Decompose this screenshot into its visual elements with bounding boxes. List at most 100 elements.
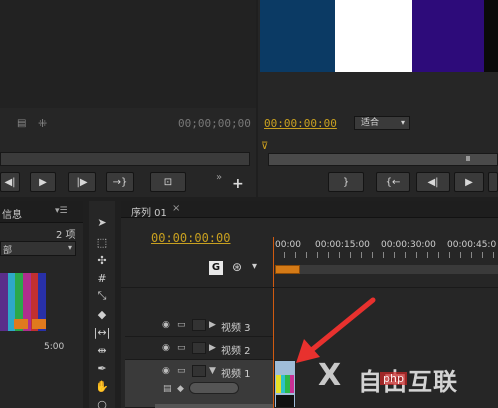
sync-lock-icon[interactable] xyxy=(192,319,206,331)
color-bar-white xyxy=(335,0,412,72)
track-select-tool-icon[interactable]: ⬚ xyxy=(92,233,112,251)
track-area-top xyxy=(121,287,498,288)
source-export-frame-button[interactable]: ⊡ xyxy=(150,172,186,192)
expand-track-icon[interactable]: ▶ xyxy=(209,320,221,330)
watermark-sub: php xyxy=(380,372,407,385)
source-scrubber[interactable] xyxy=(0,152,250,166)
keyframe-nav[interactable] xyxy=(189,382,239,394)
source-add-icon[interactable]: + xyxy=(232,176,244,192)
ruler-label: 00:00:15:00 xyxy=(315,240,370,250)
source-monitor-display xyxy=(0,0,256,108)
add-marker-icon[interactable]: ▾ xyxy=(252,261,257,272)
work-area-bar[interactable] xyxy=(275,265,300,274)
tools-panel: ➤ ⬚ ✣ # ⤡ ◆ |↔| ⇹ ✒ ✋ ○ xyxy=(89,201,115,408)
work-area-range xyxy=(300,265,498,274)
ruler-label: 00:00:45:0 xyxy=(447,240,497,250)
color-bar-blue xyxy=(260,0,335,72)
clip-audio-icon xyxy=(14,319,28,329)
selection-tool-icon[interactable]: ➤ xyxy=(92,213,112,231)
program-step-forward-button[interactable] xyxy=(488,172,498,192)
program-playhead-icon[interactable]: ⊽ xyxy=(261,141,268,152)
program-video-frame xyxy=(260,0,498,72)
hand-tool-icon[interactable]: ✋ xyxy=(92,377,112,395)
source-marker-icon[interactable]: ⁜ xyxy=(38,117,47,130)
program-scrubber-marker xyxy=(466,156,470,161)
expand-track-icon[interactable]: ▶ xyxy=(209,343,221,353)
clip-thumbnail-bars xyxy=(276,375,294,393)
program-go-to-in-button[interactable]: {← xyxy=(376,172,410,192)
program-timecode[interactable]: 00:00:00:00 xyxy=(264,117,337,130)
track-video-1[interactable]: ◉ ▭ ▼ 视频 1 ▤ ◆ xyxy=(125,360,273,408)
set-marker-icon[interactable]: ⊛ xyxy=(232,260,242,274)
thumb-bar xyxy=(0,273,8,331)
program-fit-value: 适合 xyxy=(361,118,380,128)
source-play-button[interactable]: ▶ xyxy=(30,172,56,192)
clip-duration: 5:00 xyxy=(44,342,65,352)
arrow-head xyxy=(296,339,320,363)
display-style-icon[interactable]: ▤ xyxy=(163,384,172,394)
rolling-edit-tool-icon[interactable]: # xyxy=(92,269,112,287)
program-mark-out-button[interactable]: } xyxy=(328,172,364,192)
program-monitor: 00:00:00:00 适合 ▾ ⊽ } {← ◀| ▶ xyxy=(258,0,498,197)
bin-dropdown[interactable]: 部 ▾ xyxy=(0,241,76,256)
source-settings-icon[interactable]: ▤ xyxy=(17,118,26,129)
tab-info[interactable]: 信息 xyxy=(2,206,22,221)
source-more-icon[interactable]: » xyxy=(216,172,222,183)
source-step-forward-button[interactable]: |▶ xyxy=(68,172,96,192)
sequence-timecode[interactable]: 00:00:00:00 xyxy=(151,231,230,245)
program-scrubber[interactable] xyxy=(268,153,498,166)
slide-tool-icon[interactable]: ⇹ xyxy=(92,341,112,359)
bin-dropdown-label: 部 xyxy=(3,246,13,256)
track-name: 视频 3 xyxy=(221,323,251,334)
track-scrollbar[interactable] xyxy=(155,404,273,408)
sync-lock-icon[interactable] xyxy=(192,342,206,354)
rate-stretch-tool-icon[interactable]: ⤡ xyxy=(92,287,112,305)
source-shuttle-button[interactable]: →} xyxy=(106,172,134,192)
arrow-shaft xyxy=(305,297,376,356)
lock-icon[interactable]: ▭ xyxy=(177,366,189,376)
zoom-tool-icon[interactable]: ○ xyxy=(92,395,112,408)
color-bar-purple xyxy=(412,0,484,72)
eye-icon[interactable]: ◉ xyxy=(162,343,174,353)
watermark-x-icon: X xyxy=(318,358,342,393)
track-name: 视频 1 xyxy=(221,369,251,380)
program-play-button[interactable]: ▶ xyxy=(454,172,484,192)
razor-tool-icon[interactable]: ◆ xyxy=(92,305,112,323)
chevron-down-icon: ▾ xyxy=(400,118,405,127)
close-icon[interactable]: × xyxy=(172,203,180,214)
source-step-back-button[interactable]: ◀| xyxy=(0,172,20,192)
tab-sequence-01[interactable]: 序列 01 xyxy=(131,204,167,219)
collapse-track-icon[interactable]: ▼ xyxy=(209,366,221,376)
slip-tool-icon[interactable]: |↔| xyxy=(92,323,112,341)
project-panel: 信息 ▾☰ 2 项 部 ▾ 5:00 xyxy=(0,201,83,408)
keyframe-icon[interactable]: ◆ xyxy=(177,384,184,394)
track-video-2[interactable]: ◉ ▭ ▶ 视频 2 xyxy=(125,337,273,360)
ripple-edit-tool-icon[interactable]: ✣ xyxy=(92,251,112,269)
source-timecode[interactable]: 00;00;00;00 xyxy=(178,117,251,130)
eye-icon[interactable]: ◉ xyxy=(162,366,174,376)
clip-thumbnail-bottom xyxy=(276,395,294,407)
lock-icon[interactable]: ▭ xyxy=(177,343,189,353)
snap-icon[interactable]: G xyxy=(209,261,223,275)
track-name: 视频 2 xyxy=(221,346,251,357)
ruler-label: 00:00 xyxy=(275,240,301,250)
project-item-count: 2 项 xyxy=(56,230,76,241)
sync-lock-icon[interactable] xyxy=(192,365,206,377)
chevron-down-icon: ▾ xyxy=(67,243,72,252)
program-step-back-button[interactable]: ◀| xyxy=(416,172,450,192)
color-bar-black xyxy=(484,0,498,72)
track-video-3[interactable]: ◉ ▭ ▶ 视频 3 xyxy=(125,314,273,337)
lock-icon[interactable]: ▭ xyxy=(177,320,189,330)
eye-icon[interactable]: ◉ xyxy=(162,320,174,330)
source-monitor: ▤ ⁜ 00;00;00;00 ◀| ▶ |▶ →} ⊡ » + xyxy=(0,0,256,197)
program-fit-dropdown[interactable]: 适合 ▾ xyxy=(354,116,410,130)
watermark-text: 自由互联 xyxy=(358,368,458,396)
ruler-label: 00:00:30:00 xyxy=(381,240,436,250)
clip-video-icon xyxy=(32,319,46,329)
timeline-ruler[interactable]: 00:00 00:00:15:00 00:00:30:00 00:00:45:0 xyxy=(273,237,498,277)
thumb-bar xyxy=(289,375,294,393)
ruler-ticks xyxy=(273,252,498,258)
watermark-logo: X 自由互联 php xyxy=(318,358,488,398)
panel-menu-icon[interactable]: ▾☰ xyxy=(55,206,68,216)
pen-tool-icon[interactable]: ✒ xyxy=(92,359,112,377)
